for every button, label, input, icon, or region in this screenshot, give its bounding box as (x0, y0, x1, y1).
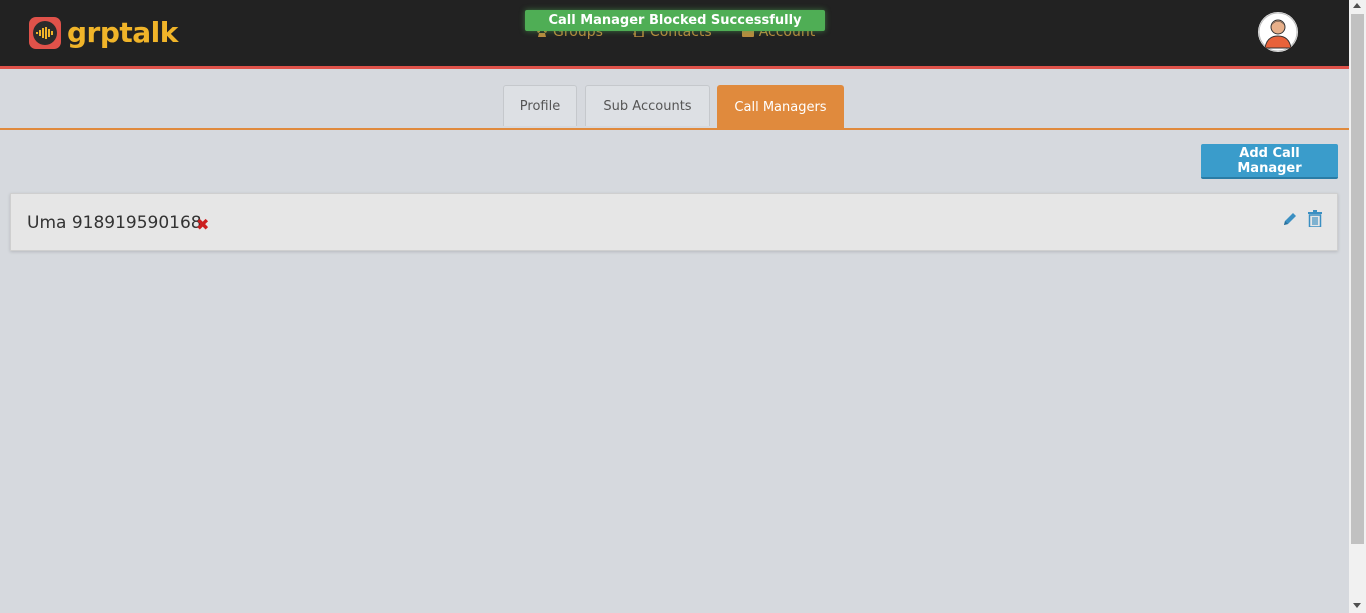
tab-call-managers[interactable]: Call Managers (717, 85, 844, 128)
tab-sub-accounts[interactable]: Sub Accounts (585, 85, 710, 126)
add-call-manager-button[interactable]: Add Call Manager (1201, 144, 1338, 179)
call-manager-row: Uma 918919590168 ✖ (10, 193, 1338, 251)
edit-icon[interactable] (1282, 211, 1298, 227)
scroll-down-arrow-icon[interactable] (1353, 603, 1361, 608)
top-navbar: grptalk Groups Contacts Account Call Man… (0, 0, 1349, 69)
scrollbar-thumb[interactable] (1351, 14, 1364, 544)
user-avatar-icon (1258, 12, 1298, 52)
logo-text: grptalk (67, 16, 178, 49)
tabs-bar: Profile Sub Accounts Call Managers (0, 69, 1349, 130)
user-avatar[interactable] (1258, 12, 1298, 52)
blocked-x-icon[interactable]: ✖ (196, 215, 209, 234)
logo[interactable]: grptalk (29, 16, 178, 50)
logo-mark-icon (29, 17, 61, 49)
tab-profile[interactable]: Profile (503, 85, 577, 126)
success-toast: Call Manager Blocked Successfully (525, 10, 825, 31)
scroll-up-arrow-icon[interactable] (1353, 3, 1361, 8)
call-manager-name: Uma 918919590168 (27, 213, 202, 233)
trash-icon[interactable] (1308, 210, 1322, 227)
